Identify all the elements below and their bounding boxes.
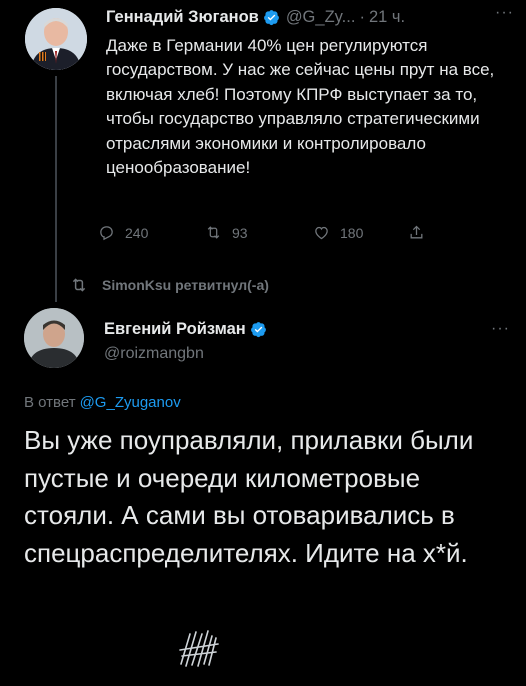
- author-handle[interactable]: @G_Zy...: [286, 8, 356, 27]
- author-name[interactable]: Евгений Ройзман: [104, 320, 246, 339]
- like-count: 180: [340, 224, 364, 241]
- avatar-roizman[interactable]: [24, 308, 84, 368]
- like-icon: [315, 226, 328, 240]
- thread-line: [55, 76, 57, 302]
- verified-badge-icon: [250, 321, 267, 338]
- tweet-header: Геннадий Зюганов @G_Zy... · 21 ч.: [106, 4, 405, 30]
- tweet-text: Даже в Германии 40% цен регулируются гос…: [106, 36, 495, 178]
- avatar-zyuganov[interactable]: [25, 8, 87, 70]
- share-button[interactable]: [408, 224, 435, 241]
- author-name[interactable]: Геннадий Зюганов: [106, 8, 259, 27]
- author-handle[interactable]: @roizmangbn: [104, 345, 204, 363]
- tweet-time[interactable]: 21 ч.: [369, 8, 405, 27]
- tweet-text: Вы уже поуправляли, прилавки были пустые…: [24, 425, 474, 568]
- reply-to-line: В ответ @G_Zyuganov: [24, 394, 181, 411]
- retweet-button[interactable]: 93: [205, 224, 248, 241]
- tweet2-header: Евгений Ройзман: [104, 320, 267, 339]
- more-options-button[interactable]: ···: [491, 320, 510, 338]
- retweet-icon: [207, 226, 220, 239]
- retweet-count: 93: [232, 224, 248, 241]
- more-options-button[interactable]: ···: [495, 4, 514, 22]
- like-button[interactable]: 180: [313, 224, 363, 241]
- reply-icon: [100, 226, 113, 241]
- retweet-icon: [72, 278, 86, 292]
- reply-count: 240: [125, 224, 149, 241]
- tweet-actions: 240 93 180: [98, 224, 458, 244]
- tweet-zyuganov[interactable]: Геннадий Зюганов @G_Zy... · 21 ч. ··· Да…: [0, 0, 526, 302]
- share-icon: [410, 225, 423, 239]
- retweet-notice-text[interactable]: SimonKsu ретвитнул(-а): [102, 277, 269, 293]
- separator-dot: ·: [359, 7, 365, 26]
- verified-badge-icon: [263, 9, 280, 26]
- reply-button[interactable]: 240: [98, 224, 148, 241]
- reply-to-link[interactable]: @G_Zyuganov: [80, 394, 181, 411]
- censor-scribble: [179, 630, 219, 667]
- reply-prefix: В ответ: [24, 394, 76, 411]
- retweet-notice[interactable]: SimonKsu ретвитнул(-а): [70, 276, 269, 294]
